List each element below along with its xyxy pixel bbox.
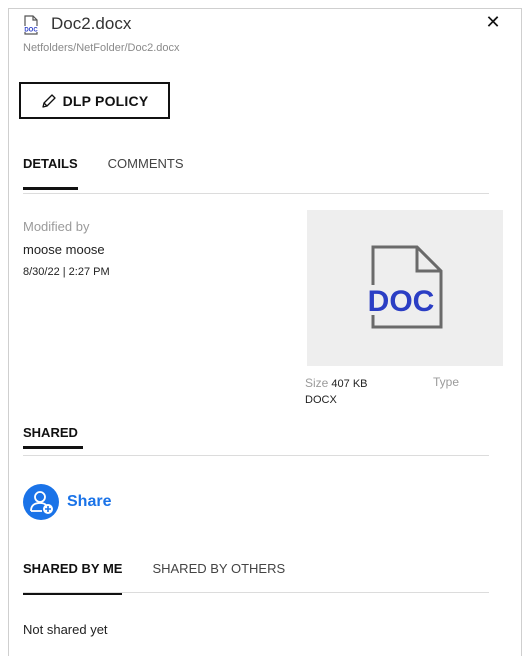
close-button[interactable]: ✕ (485, 12, 501, 32)
size-label: Size (305, 376, 329, 390)
file-title: Doc2.docx (51, 14, 132, 33)
close-icon: ✕ (485, 12, 501, 32)
size-value: 407 KB (331, 378, 368, 390)
details-tabs: DETAILS COMMENTS (23, 156, 184, 190)
shared-heading: SHARED (23, 425, 78, 440)
add-user-icon (23, 484, 59, 520)
share-label: Share (67, 493, 112, 510)
pencil-icon (41, 93, 57, 109)
modified-by-user: moose moose (23, 242, 105, 257)
doc-file-icon: DOC (23, 15, 39, 35)
thumbnail-doc-text: DOC (368, 285, 435, 318)
share-button[interactable]: Share (23, 484, 111, 520)
modified-date: 8/30/22 | 2:27 PM (23, 266, 110, 278)
tab-shared-by-others[interactable]: SHARED BY OTHERS (152, 561, 285, 589)
file-thumbnail: DOC (307, 210, 503, 366)
type-value: DOCX (305, 394, 337, 406)
empty-state-text: Not shared yet (23, 622, 108, 637)
file-path: Netfolders/NetFolder/Doc2.docx (23, 42, 180, 54)
svg-text:DOC: DOC (24, 28, 38, 34)
shared-divider (23, 455, 489, 456)
tab-comments[interactable]: COMMENTS (108, 156, 184, 184)
tab-details[interactable]: DETAILS (23, 156, 78, 190)
shared-underline (23, 446, 83, 449)
dlp-policy-button[interactable]: DLP POLICY (19, 82, 170, 119)
shared-tabs-divider (23, 592, 489, 593)
tab-shared-by-me[interactable]: SHARED BY ME (23, 561, 123, 595)
tabs-divider (23, 193, 489, 194)
modified-by-label: Modified by (23, 219, 90, 234)
shared-tabs: SHARED BY ME SHARED BY OTHERS (23, 561, 285, 595)
dlp-policy-label: DLP POLICY (62, 92, 149, 109)
size-info: Size 407 KB DOCX (305, 375, 368, 408)
doc-thumbnail-icon: DOC (361, 245, 443, 329)
type-label: Type (433, 375, 460, 389)
